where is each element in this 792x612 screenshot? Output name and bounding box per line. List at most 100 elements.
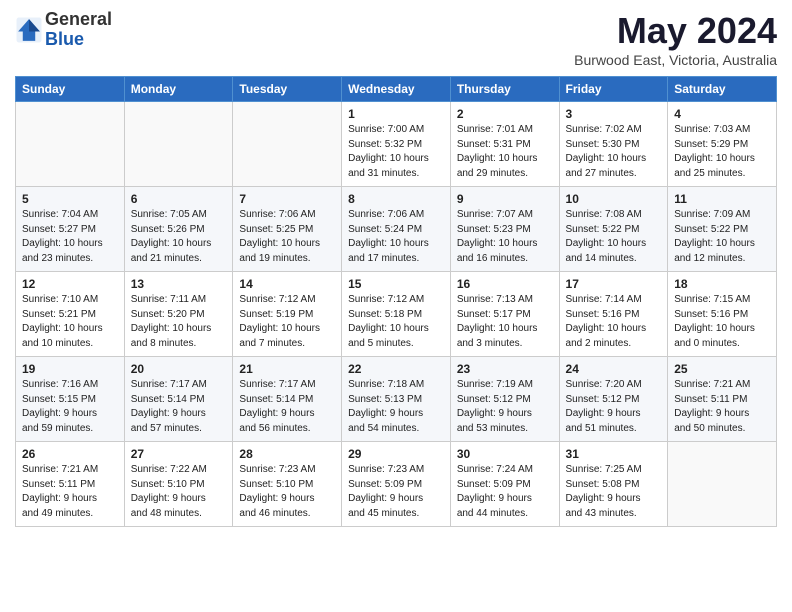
day-number: 25 [674,362,770,376]
calendar-cell: 8 Sunrise: 7:06 AM Sunset: 5:24 PM Daylig… [342,187,451,272]
header-saturday: Saturday [668,77,777,102]
day-info: Sunrise: 7:21 AM Sunset: 5:11 PM Dayligh… [22,463,118,521]
day-number: 17 [566,277,662,291]
calendar-cell: 19 Sunrise: 7:16 AM Sunset: 5:15 PM Dayli… [16,357,125,442]
day-info: Sunrise: 7:20 AM Sunset: 5:12 PM Dayligh… [566,378,662,436]
day-number: 1 [348,107,444,121]
calendar-cell [124,102,233,187]
logo-blue-text: Blue [45,30,112,50]
day-info: Sunrise: 7:03 AM Sunset: 5:29 PM Dayligh… [674,123,770,181]
header-sunday: Sunday [16,77,125,102]
calendar-cell: 9Sunrise: 7:07 AM Sunset: 5:23 PM Daylig… [450,187,559,272]
day-number: 29 [348,447,444,461]
day-number: 15 [348,277,444,291]
calendar-cell: 27Sunrise: 7:22 AM Sunset: 5:10 PM Dayli… [124,442,233,527]
calendar-cell [668,442,777,527]
day-number: 10 [566,192,662,206]
calendar-cell: 28Sunrise: 7:23 AM Sunset: 5:10 PM Dayli… [233,442,342,527]
day-info: Sunrise: 7:08 AM Sunset: 5:22 PM Dayligh… [566,208,662,266]
day-info: Sunrise: 7:00 AM Sunset: 5:32 PM Dayligh… [348,123,444,181]
calendar-cell: 6Sunrise: 7:05 AM Sunset: 5:26 PM Daylig… [124,187,233,272]
day-number: 3 [566,107,662,121]
day-number: 27 [131,447,227,461]
calendar-cell: 18Sunrise: 7:15 AM Sunset: 5:16 PM Dayli… [668,272,777,357]
day-number: 18 [674,277,770,291]
calendar-week-1: 5 Sunrise: 7:04 AM Sunset: 5:27 PM Daylig… [16,187,777,272]
day-info: Sunrise: 7:05 AM Sunset: 5:26 PM Dayligh… [131,208,227,266]
day-number: 14 [239,277,335,291]
calendar-cell: 26 Sunrise: 7:21 AM Sunset: 5:11 PM Dayli… [16,442,125,527]
calendar-cell: 11 Sunrise: 7:09 AM Sunset: 5:22 PM Dayli… [668,187,777,272]
calendar-cell: 17 Sunrise: 7:14 AM Sunset: 5:16 PM Dayli… [559,272,668,357]
calendar-cell: 1 Sunrise: 7:00 AM Sunset: 5:32 PM Daylig… [342,102,451,187]
day-info: Sunrise: 7:24 AM Sunset: 5:09 PM Dayligh… [457,463,553,521]
day-info: Sunrise: 7:14 AM Sunset: 5:16 PM Dayligh… [566,293,662,351]
logo-text: General Blue [45,10,112,50]
calendar-body: 1 Sunrise: 7:00 AM Sunset: 5:32 PM Daylig… [16,102,777,527]
header-thursday: Thursday [450,77,559,102]
logo-icon [15,16,43,44]
day-number: 30 [457,447,553,461]
day-number: 21 [239,362,335,376]
calendar-cell: 7Sunrise: 7:06 AM Sunset: 5:25 PM Daylig… [233,187,342,272]
day-info: Sunrise: 7:11 AM Sunset: 5:20 PM Dayligh… [131,293,227,351]
day-number: 26 [22,447,118,461]
day-info: Sunrise: 7:01 AM Sunset: 5:31 PM Dayligh… [457,123,553,181]
calendar-cell: 15Sunrise: 7:12 AM Sunset: 5:18 PM Dayli… [342,272,451,357]
calendar-cell: 29 Sunrise: 7:23 AM Sunset: 5:09 PM Dayli… [342,442,451,527]
day-info: Sunrise: 7:10 AM Sunset: 5:21 PM Dayligh… [22,293,118,351]
day-number: 23 [457,362,553,376]
header-tuesday: Tuesday [233,77,342,102]
calendar-cell: 20Sunrise: 7:17 AM Sunset: 5:14 PM Dayli… [124,357,233,442]
calendar-cell: 16Sunrise: 7:13 AM Sunset: 5:17 PM Dayli… [450,272,559,357]
calendar-cell: 30 Sunrise: 7:24 AM Sunset: 5:09 PM Dayli… [450,442,559,527]
calendar-cell: 4Sunrise: 7:03 AM Sunset: 5:29 PM Daylig… [668,102,777,187]
calendar-cell [16,102,125,187]
calendar-week-3: 19 Sunrise: 7:16 AM Sunset: 5:15 PM Dayli… [16,357,777,442]
calendar-cell: 3 Sunrise: 7:02 AM Sunset: 5:30 PM Daylig… [559,102,668,187]
title-block: May 2024 Burwood East, Victoria, Austral… [574,10,777,68]
calendar-cell: 24 Sunrise: 7:20 AM Sunset: 5:12 PM Dayli… [559,357,668,442]
day-info: Sunrise: 7:02 AM Sunset: 5:30 PM Dayligh… [566,123,662,181]
calendar-cell [233,102,342,187]
day-info: Sunrise: 7:23 AM Sunset: 5:09 PM Dayligh… [348,463,444,521]
calendar-cell: 12 Sunrise: 7:10 AM Sunset: 5:21 PM Dayli… [16,272,125,357]
calendar-week-2: 12 Sunrise: 7:10 AM Sunset: 5:21 PM Dayli… [16,272,777,357]
day-number: 7 [239,192,335,206]
header: General Blue May 2024 Burwood East, Vict… [15,10,777,68]
calendar-header: Sunday Monday Tuesday Wednesday Thursday… [16,77,777,102]
day-number: 13 [131,277,227,291]
subtitle: Burwood East, Victoria, Australia [574,52,777,68]
day-number: 24 [566,362,662,376]
calendar-cell: 13 Sunrise: 7:11 AM Sunset: 5:20 PM Dayli… [124,272,233,357]
day-info: Sunrise: 7:16 AM Sunset: 5:15 PM Dayligh… [22,378,118,436]
day-info: Sunrise: 7:18 AM Sunset: 5:13 PM Dayligh… [348,378,444,436]
calendar-cell: 2 Sunrise: 7:01 AM Sunset: 5:31 PM Daylig… [450,102,559,187]
day-number: 8 [348,192,444,206]
day-number: 9 [457,192,553,206]
header-wednesday: Wednesday [342,77,451,102]
day-number: 31 [566,447,662,461]
day-number: 12 [22,277,118,291]
day-info: Sunrise: 7:06 AM Sunset: 5:24 PM Dayligh… [348,208,444,266]
logo: General Blue [15,10,112,50]
day-number: 11 [674,192,770,206]
day-number: 2 [457,107,553,121]
day-info: Sunrise: 7:21 AM Sunset: 5:11 PM Dayligh… [674,378,770,436]
calendar-cell: 10 Sunrise: 7:08 AM Sunset: 5:22 PM Dayli… [559,187,668,272]
day-number: 28 [239,447,335,461]
day-number: 19 [22,362,118,376]
calendar-cell: 14Sunrise: 7:12 AM Sunset: 5:19 PM Dayli… [233,272,342,357]
calendar-cell: 21Sunrise: 7:17 AM Sunset: 5:14 PM Dayli… [233,357,342,442]
day-number: 5 [22,192,118,206]
logo-general-text: General [45,10,112,30]
calendar-cell: 5 Sunrise: 7:04 AM Sunset: 5:27 PM Daylig… [16,187,125,272]
calendar-table: Sunday Monday Tuesday Wednesday Thursday… [15,76,777,527]
calendar-cell: 25 Sunrise: 7:21 AM Sunset: 5:11 PM Dayli… [668,357,777,442]
calendar-week-0: 1 Sunrise: 7:00 AM Sunset: 5:32 PM Daylig… [16,102,777,187]
day-info: Sunrise: 7:04 AM Sunset: 5:27 PM Dayligh… [22,208,118,266]
day-info: Sunrise: 7:09 AM Sunset: 5:22 PM Dayligh… [674,208,770,266]
main-title: May 2024 [574,10,777,52]
calendar-week-4: 26 Sunrise: 7:21 AM Sunset: 5:11 PM Dayli… [16,442,777,527]
day-number: 22 [348,362,444,376]
